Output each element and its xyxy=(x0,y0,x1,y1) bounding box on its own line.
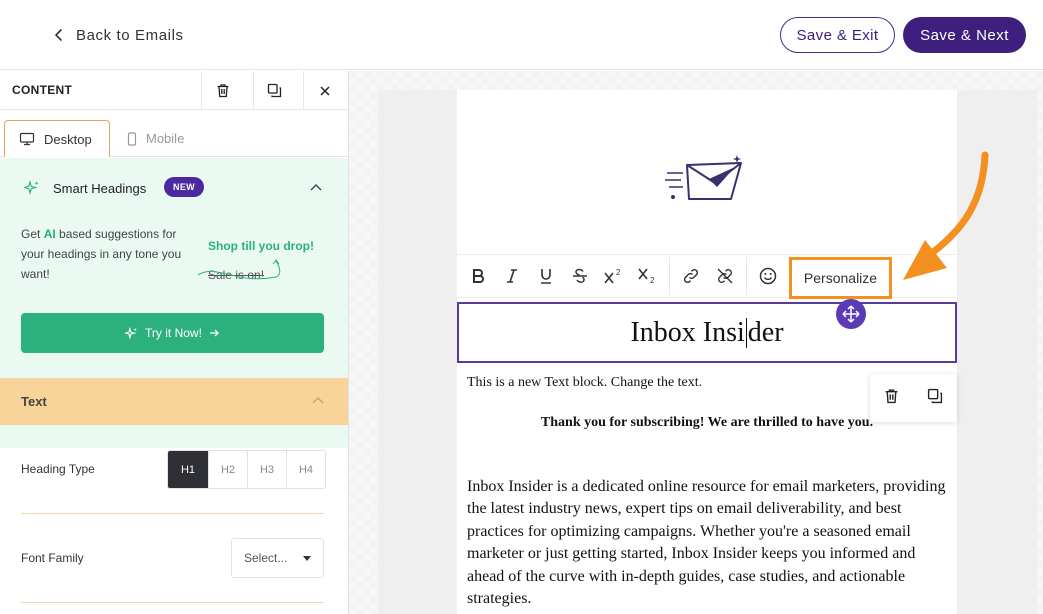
heading-block[interactable]: Inbox Insi der xyxy=(457,302,957,363)
text-section-header[interactable]: Text xyxy=(0,378,348,425)
font-family-label: Font Family xyxy=(21,551,84,565)
link-button[interactable] xyxy=(674,259,708,293)
chevron-left-icon xyxy=(55,29,62,41)
unlink-button[interactable] xyxy=(708,259,742,293)
link-icon xyxy=(683,268,699,284)
emoji-icon xyxy=(759,267,777,285)
heading-type-h3[interactable]: H3 xyxy=(247,451,286,488)
envelope-logo xyxy=(665,155,742,200)
panel-title: CONTENT xyxy=(12,83,73,97)
curly-arrow-icon xyxy=(197,259,281,280)
duplicate-block-action[interactable] xyxy=(927,388,943,409)
tab-mobile-label: Mobile xyxy=(146,131,185,146)
heading-text-start: Inbox Insi xyxy=(630,316,745,348)
top-bar: Back to Emails Save & Exit Save & Next xyxy=(0,0,1043,70)
mobile-icon xyxy=(127,131,137,146)
superscript-icon: 2 xyxy=(604,268,621,284)
desc-pre: Get xyxy=(21,227,44,241)
toolbar-separator xyxy=(746,257,747,295)
trash-icon xyxy=(217,84,228,98)
personalize-button[interactable]: Personalize xyxy=(789,257,892,299)
body-paragraph[interactable]: Inbox Insider is a dedicated online reso… xyxy=(467,476,951,610)
close-icon xyxy=(319,85,330,96)
duplicate-icon xyxy=(267,83,282,98)
toolbar-separator xyxy=(669,257,670,295)
divider xyxy=(21,602,324,603)
chevron-up-icon[interactable] xyxy=(309,182,323,192)
close-panel-button[interactable] xyxy=(303,71,345,110)
tab-desktop[interactable]: Desktop xyxy=(4,120,110,157)
duplicate-icon xyxy=(927,388,943,403)
italic-icon xyxy=(507,269,517,283)
underline-button[interactable] xyxy=(529,259,563,293)
block-actions-popover xyxy=(870,374,957,422)
tab-mobile[interactable]: Mobile xyxy=(113,120,198,157)
heading-type-h1[interactable]: H1 xyxy=(168,451,208,488)
text-formatting-toolbar: 2 2 Personalize xyxy=(457,254,957,299)
font-family-select[interactable]: Select... xyxy=(231,538,324,578)
tab-desktop-label: Desktop xyxy=(44,131,92,147)
heading-type-selector: H1 H2 H3 H4 xyxy=(167,450,326,489)
move-handle[interactable] xyxy=(836,299,866,329)
strikethrough-icon xyxy=(573,268,587,283)
heading-type-h4[interactable]: H4 xyxy=(286,451,325,488)
italic-button[interactable] xyxy=(495,259,529,293)
move-icon xyxy=(842,305,860,323)
try-it-now-label: Try it Now! xyxy=(145,326,202,340)
new-badge: NEW xyxy=(164,177,204,197)
text-block[interactable]: This is a new Text block. Change the tex… xyxy=(467,375,702,391)
subscript-button[interactable]: 2 xyxy=(631,259,665,293)
smart-headings-description: Get AI based suggestions for your headin… xyxy=(21,224,201,284)
divider xyxy=(21,513,324,514)
text-section-title: Text xyxy=(21,394,47,409)
save-exit-button[interactable]: Save & Exit xyxy=(780,17,895,53)
caret-down-icon xyxy=(303,556,311,561)
content-panel: CONTENT Desktop Mobile Smart Headings NE… xyxy=(0,71,349,614)
email-body: 2 2 Personalize Inbox Insi der This is a … xyxy=(457,90,957,614)
text-cursor xyxy=(745,317,747,348)
back-to-emails-link[interactable]: Back to Emails xyxy=(52,22,184,48)
try-it-now-button[interactable]: Try it Now! xyxy=(21,313,324,353)
sparkle-icon xyxy=(24,180,39,196)
example-good-heading: Shop till you drop! xyxy=(208,239,314,253)
underline-icon xyxy=(541,269,551,284)
heading-text-end: der xyxy=(747,316,784,348)
superscript-button[interactable]: 2 xyxy=(597,259,631,293)
panel-header: CONTENT xyxy=(0,71,348,110)
bold-icon xyxy=(473,269,484,283)
back-label: Back to Emails xyxy=(76,26,184,44)
subscript-icon: 2 xyxy=(638,268,655,284)
delete-block-action[interactable] xyxy=(884,388,899,409)
desktop-icon xyxy=(19,132,35,146)
desc-ai: AI xyxy=(43,227,56,241)
bold-button[interactable] xyxy=(461,259,495,293)
smart-headings-title: Smart Headings xyxy=(53,181,147,196)
heading-type-label: Heading Type xyxy=(21,462,95,476)
sparkle-icon xyxy=(125,326,138,340)
delete-block-button[interactable] xyxy=(201,71,243,110)
emoji-button[interactable] xyxy=(751,259,785,293)
duplicate-block-button[interactable] xyxy=(253,71,295,110)
save-next-button[interactable]: Save & Next xyxy=(903,17,1026,53)
unlink-icon xyxy=(717,268,733,284)
strikethrough-button[interactable] xyxy=(563,259,597,293)
chevron-up-icon xyxy=(312,397,324,404)
device-tabs: Desktop Mobile xyxy=(0,110,348,157)
trash-icon xyxy=(885,388,898,403)
font-family-value: Select... xyxy=(244,551,288,565)
heading-type-h2[interactable]: H2 xyxy=(208,451,247,488)
arrow-right-icon xyxy=(209,329,219,337)
svg-text:2: 2 xyxy=(616,268,621,277)
svg-text:2: 2 xyxy=(650,276,655,284)
orange-arrow-annotation xyxy=(903,151,989,280)
